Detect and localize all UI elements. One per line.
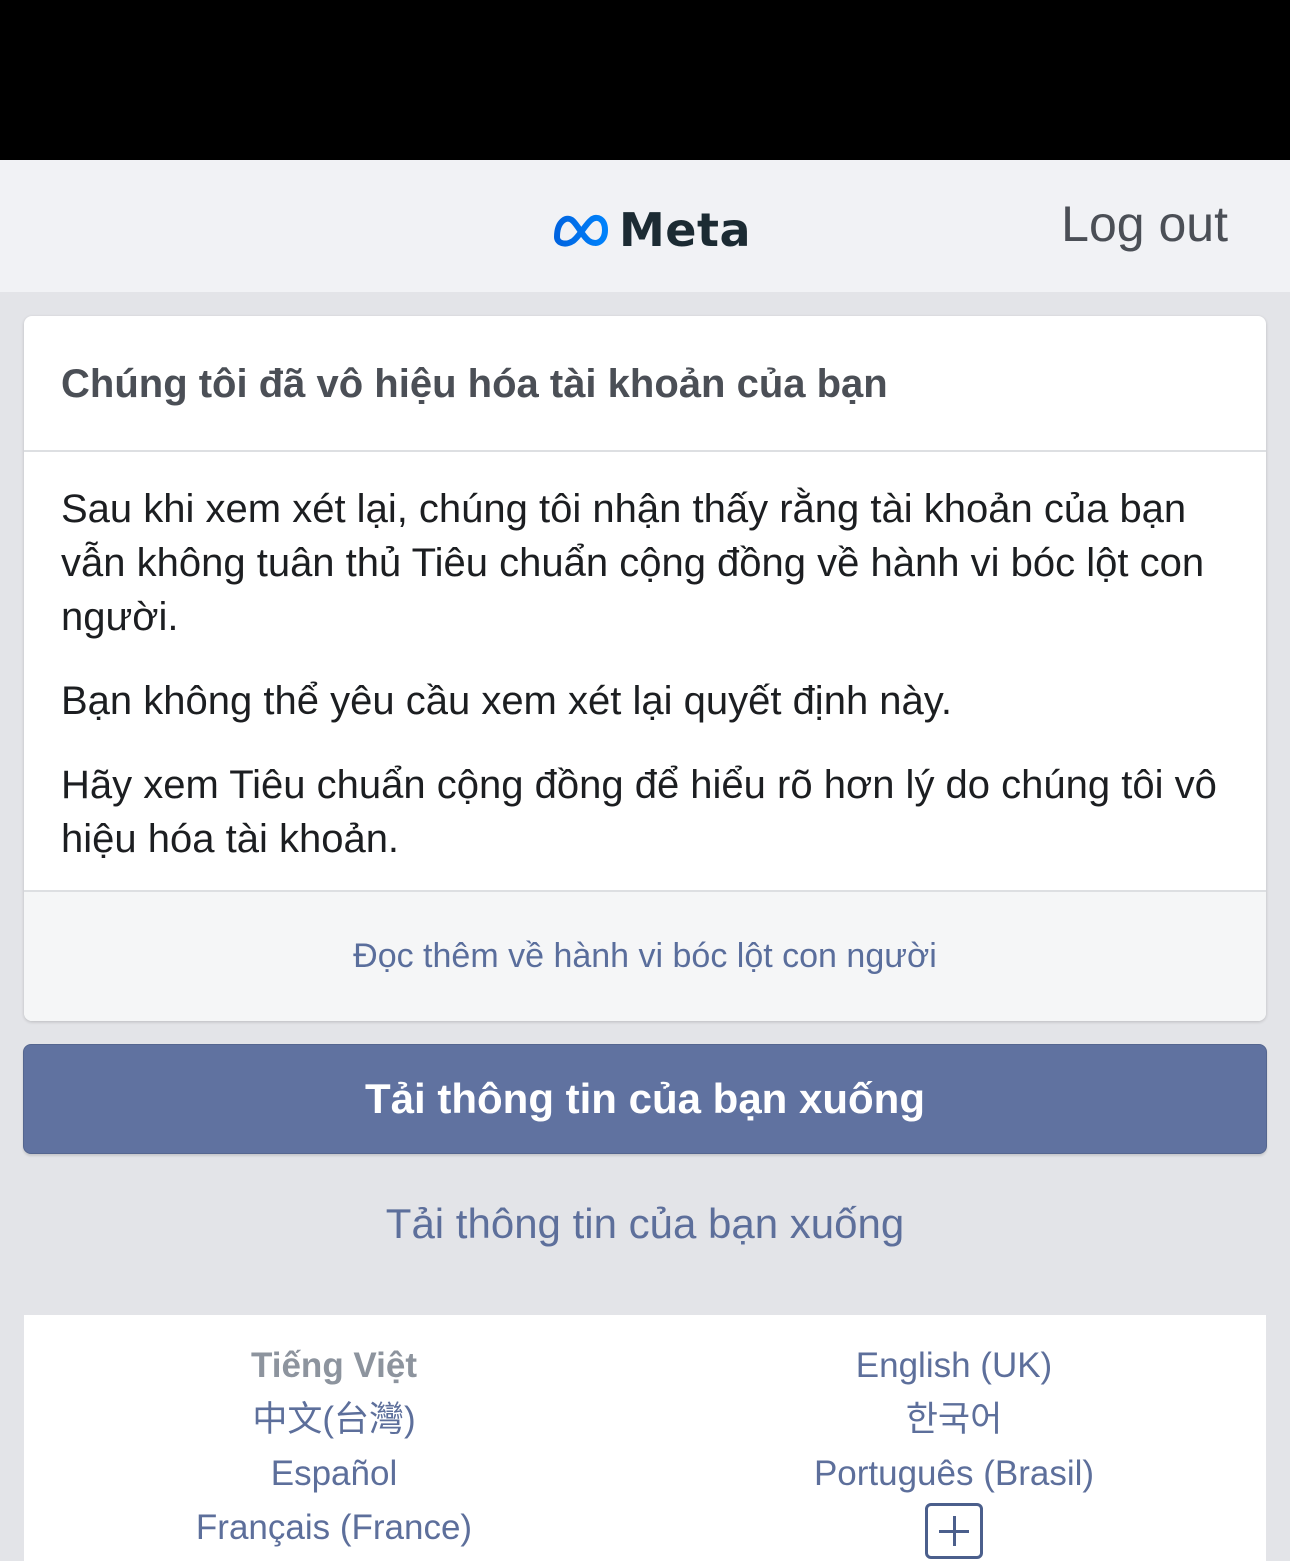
language-column-left: Tiếng Việt 中文(台灣) Español Français (Fran… <box>24 1339 644 1555</box>
language-option[interactable]: English (UK) <box>856 1339 1052 1393</box>
review-result-text: Sau khi xem xét lại, chúng tôi nhận thấy… <box>61 487 1205 639</box>
meta-wordmark: Meta <box>619 203 752 257</box>
language-selector: Tiếng Việt 中文(台灣) Español Français (Fran… <box>24 1315 1266 1561</box>
card-title: Chúng tôi đã vô hiệu hóa tài khoản của b… <box>61 362 888 406</box>
card-footer: Đọc thêm về hành vi bóc lột con người <box>24 892 1266 1021</box>
language-option[interactable]: 한국어 <box>906 1393 1003 1447</box>
meta-logo: Meta <box>553 200 751 260</box>
card-header: Chúng tôi đã vô hiệu hóa tài khoản của b… <box>24 316 1266 452</box>
language-option[interactable]: Português (Brasil) <box>814 1447 1094 1501</box>
download-info-link[interactable]: Tải thông tin của bạn xuống <box>0 1200 1290 1248</box>
community-standards-text: Hãy xem Tiêu chuẩn cộng đồng để hiểu rõ … <box>61 763 1217 861</box>
no-review-text: Bạn không thể yêu cầu xem xét lại quyết … <box>61 679 952 723</box>
logout-button[interactable]: Log out <box>1061 195 1228 253</box>
language-column-right: English (UK) 한국어 Português (Brasil) <box>644 1339 1264 1559</box>
download-info-button[interactable]: Tải thông tin của bạn xuống <box>23 1044 1267 1154</box>
disabled-account-card: Chúng tôi đã vô hiệu hóa tài khoản của b… <box>24 316 1266 1021</box>
language-option[interactable]: Français (France) <box>196 1501 472 1555</box>
language-option[interactable]: Español <box>271 1447 397 1501</box>
status-bar <box>0 0 1290 160</box>
language-current: Tiếng Việt <box>251 1346 417 1385</box>
meta-infinity-icon <box>554 214 608 247</box>
language-option[interactable]: 中文(台灣) <box>252 1393 415 1447</box>
download-info-button-label: Tải thông tin của bạn xuống <box>365 1075 925 1122</box>
card-body: Sau khi xem xét lại, chúng tôi nhận thấy… <box>24 452 1266 892</box>
more-languages-plus-icon[interactable] <box>925 1503 983 1559</box>
read-more-link[interactable]: Đọc thêm về hành vi bóc lột con người <box>353 937 937 976</box>
